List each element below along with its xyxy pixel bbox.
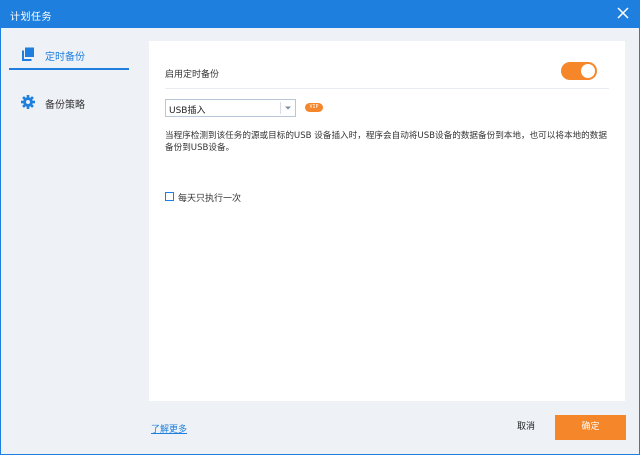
once-daily-label[interactable]: 每天只执行一次 xyxy=(178,191,241,204)
sidebar-item-scheduled-backup[interactable]: 定时备份 xyxy=(9,38,129,70)
settings-panel: 启用定时备份 USB插入 VIP 当程序检测到该任务的源或目标的USB 设备插入… xyxy=(149,41,625,401)
select-separator xyxy=(280,102,281,114)
dialog-body: 定时备份 备份策略 启用定时备份 USB插入 VIP 当程序检测到该任务的源或目… xyxy=(0,28,640,455)
chevron-down-icon xyxy=(285,106,291,110)
once-daily-checkbox[interactable] xyxy=(165,192,174,201)
sidebar: 定时备份 备份策略 xyxy=(1,28,137,454)
window-title: 计划任务 xyxy=(10,12,52,23)
trigger-select-value: USB插入 xyxy=(169,106,206,116)
close-icon[interactable] xyxy=(616,6,630,20)
trigger-description: 当程序检测到该任务的源或目标的USB 设备插入时，程序会自动将USB设备的数据备… xyxy=(165,131,607,153)
sidebar-item-label: 备份策略 xyxy=(45,100,85,111)
title-bar: 计划任务 xyxy=(0,0,640,28)
copy-icon xyxy=(22,47,34,61)
learn-more-link[interactable]: 了解更多 xyxy=(151,422,187,435)
cancel-button[interactable]: 取消 xyxy=(501,416,551,438)
gear-icon xyxy=(21,95,35,109)
divider xyxy=(165,88,609,89)
enable-schedule-toggle[interactable] xyxy=(561,62,597,80)
vip-badge: VIP xyxy=(305,103,323,112)
enable-schedule-label: 启用定时备份 xyxy=(165,70,220,80)
sidebar-item-label: 定时备份 xyxy=(45,52,85,63)
toggle-knob xyxy=(581,64,595,78)
ok-button[interactable]: 确定 xyxy=(555,415,626,440)
sidebar-item-backup-strategy[interactable]: 备份策略 xyxy=(9,86,129,118)
trigger-select[interactable]: USB插入 xyxy=(165,99,296,117)
